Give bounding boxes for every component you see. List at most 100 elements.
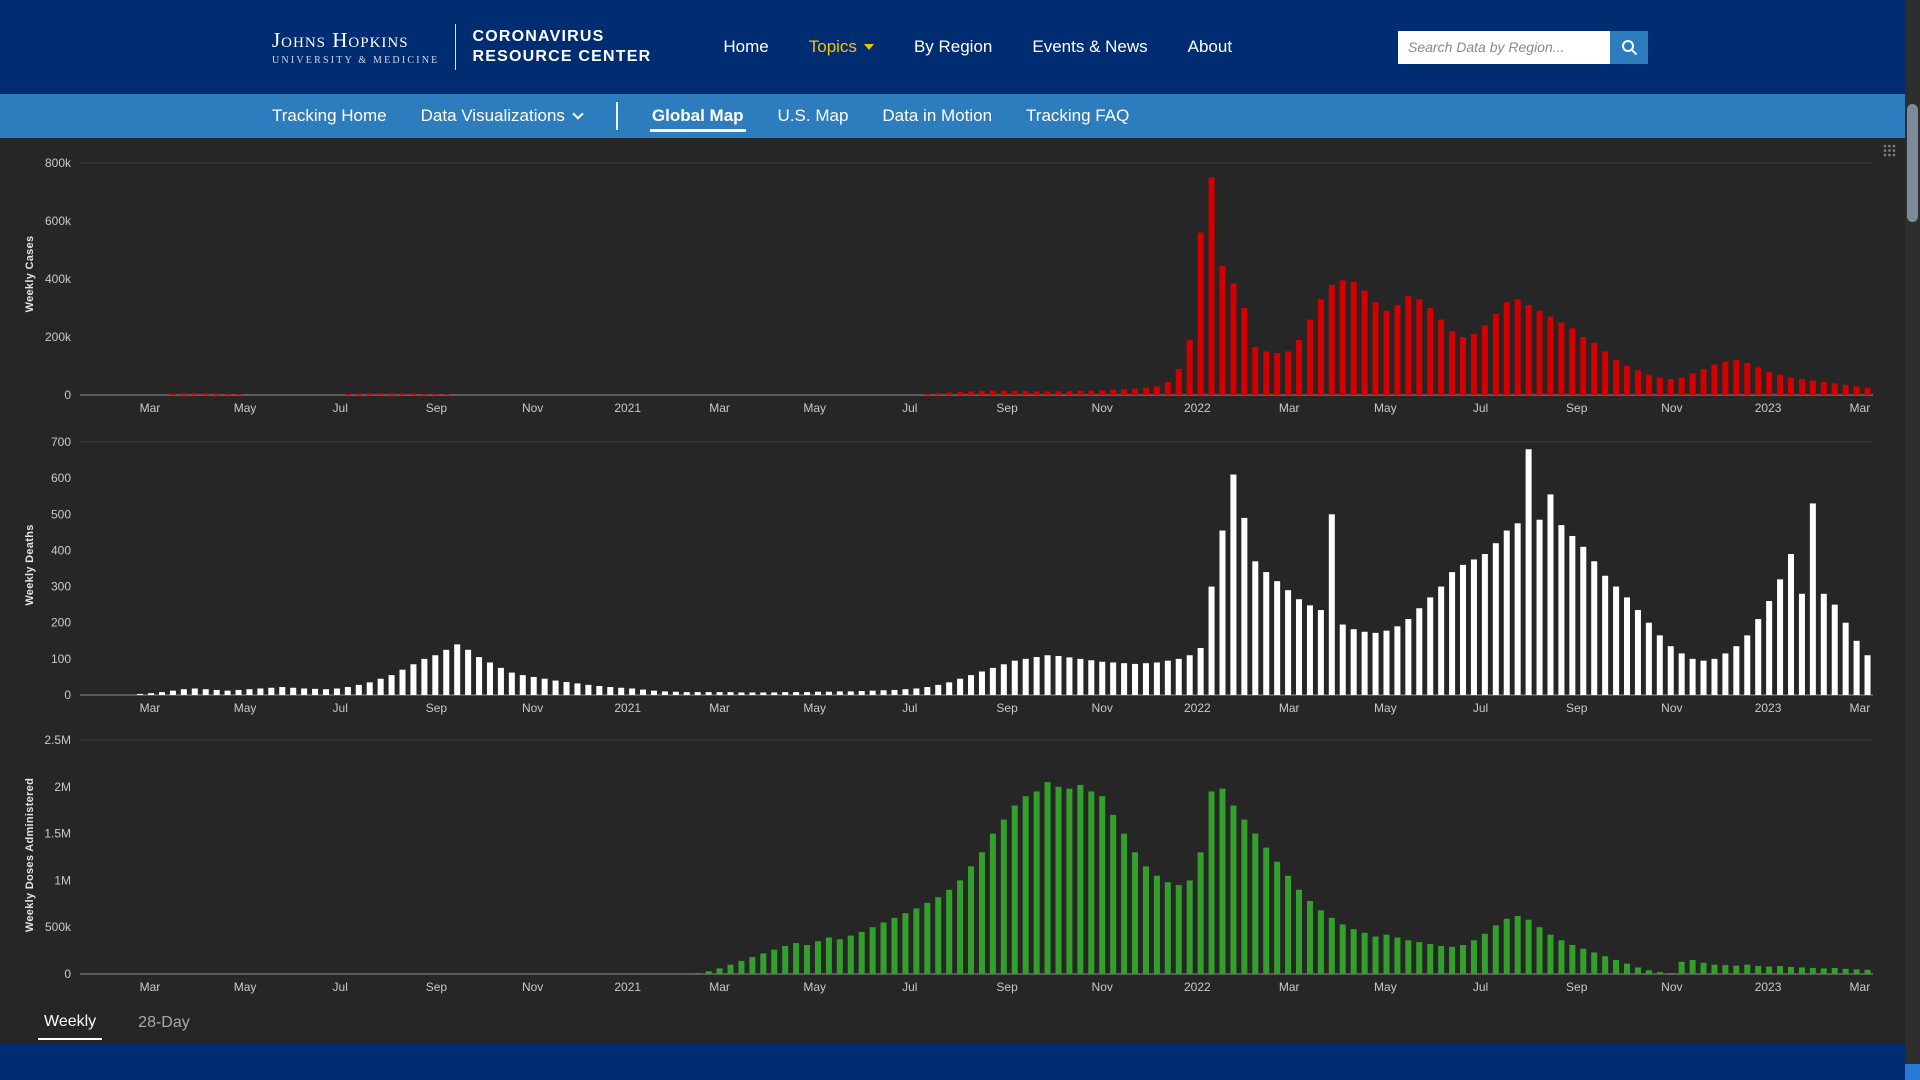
bar[interactable]: [1154, 662, 1160, 695]
bar[interactable]: [1482, 325, 1488, 395]
bar[interactable]: [771, 692, 777, 695]
bar[interactable]: [990, 834, 996, 974]
bar[interactable]: [957, 392, 963, 395]
bar[interactable]: [1733, 360, 1739, 395]
bar[interactable]: [1755, 966, 1761, 974]
bar[interactable]: [410, 664, 416, 695]
bar[interactable]: [717, 968, 723, 974]
bar[interactable]: [1077, 785, 1083, 974]
bar[interactable]: [695, 692, 701, 695]
bar[interactable]: [279, 687, 285, 695]
bar[interactable]: [389, 675, 395, 695]
bar[interactable]: [1438, 587, 1444, 695]
bar[interactable]: [1515, 299, 1521, 395]
bar[interactable]: [1351, 282, 1357, 395]
bar[interactable]: [378, 393, 384, 395]
bar[interactable]: [1023, 796, 1029, 974]
bar[interactable]: [1471, 334, 1477, 395]
weekly-deaths-plot[interactable]: 0100200300400500600700MarMayJulSepNov202…: [0, 436, 1920, 721]
bar[interactable]: [1394, 938, 1400, 975]
bar[interactable]: [1613, 960, 1619, 974]
bar[interactable]: [1307, 901, 1313, 974]
bar[interactable]: [323, 689, 329, 695]
bar[interactable]: [640, 690, 646, 695]
bar[interactable]: [892, 918, 898, 974]
bar[interactable]: [1318, 299, 1324, 395]
bar[interactable]: [1635, 370, 1641, 395]
bar[interactable]: [1843, 969, 1849, 974]
bar[interactable]: [1383, 935, 1389, 974]
bar[interactable]: [1405, 296, 1411, 395]
nav-topics[interactable]: Topics: [809, 37, 874, 57]
bar[interactable]: [1635, 967, 1641, 974]
bar[interactable]: [301, 688, 307, 695]
bar[interactable]: [1034, 791, 1040, 974]
bar[interactable]: [793, 943, 799, 974]
bar[interactable]: [421, 394, 427, 395]
bar[interactable]: [1602, 352, 1608, 396]
bar[interactable]: [214, 690, 220, 695]
bar[interactable]: [312, 689, 318, 695]
bar[interactable]: [356, 394, 362, 395]
bar[interactable]: [1132, 664, 1138, 695]
bar[interactable]: [1569, 328, 1575, 395]
bar[interactable]: [1198, 233, 1204, 395]
bar[interactable]: [1045, 782, 1051, 974]
bar[interactable]: [1427, 308, 1433, 395]
bar[interactable]: [979, 852, 985, 974]
search-button[interactable]: [1610, 31, 1648, 64]
bar[interactable]: [192, 393, 198, 395]
bar[interactable]: [268, 688, 274, 695]
bar[interactable]: [465, 650, 471, 695]
bar[interactable]: [793, 692, 799, 695]
bar[interactable]: [1362, 933, 1368, 974]
bar[interactable]: [454, 644, 460, 695]
bar[interactable]: [881, 923, 887, 974]
bar[interactable]: [1744, 965, 1750, 974]
bar[interactable]: [1187, 340, 1193, 395]
bar[interactable]: [1176, 369, 1182, 395]
bar[interactable]: [1854, 969, 1860, 974]
weekly-cases-plot[interactable]: 0200k400k600k800kMarMayJulSepNov2021MarM…: [0, 157, 1920, 421]
bar[interactable]: [1001, 664, 1007, 695]
bar[interactable]: [1055, 787, 1061, 974]
bar[interactable]: [1668, 379, 1674, 395]
bar[interactable]: [1755, 619, 1761, 695]
weekly-deaths-chart[interactable]: Weekly Deaths 0100200300400500600700MarM…: [0, 421, 1920, 721]
bar[interactable]: [1526, 305, 1532, 395]
bar[interactable]: [1121, 389, 1127, 395]
bar[interactable]: [771, 950, 777, 974]
bar[interactable]: [1515, 523, 1521, 695]
bar[interactable]: [1241, 518, 1247, 695]
bar[interactable]: [1340, 625, 1346, 695]
bar[interactable]: [246, 689, 252, 695]
bar[interactable]: [1143, 663, 1149, 695]
bar[interactable]: [1285, 352, 1291, 396]
bar[interactable]: [1602, 576, 1608, 695]
bar[interactable]: [1526, 920, 1532, 974]
bar[interactable]: [1209, 587, 1215, 695]
bar[interactable]: [203, 393, 209, 395]
bar[interactable]: [1088, 391, 1094, 395]
bar[interactable]: [1449, 572, 1455, 695]
bar[interactable]: [1460, 565, 1466, 695]
bar[interactable]: [1263, 572, 1269, 695]
bar[interactable]: [990, 668, 996, 695]
bar[interactable]: [1460, 337, 1466, 395]
bar[interactable]: [684, 692, 690, 695]
bar[interactable]: [410, 394, 416, 395]
jhu-crc-logo[interactable]: Johns Hopkins UNIVERSITY & MEDICINE CORO…: [272, 24, 651, 70]
bar[interactable]: [1788, 967, 1794, 974]
bar[interactable]: [1274, 862, 1280, 974]
bar[interactable]: [1613, 360, 1619, 395]
bar[interactable]: [1394, 626, 1400, 695]
bar[interactable]: [1373, 937, 1379, 974]
bar[interactable]: [1001, 391, 1007, 395]
nav-events-news[interactable]: Events & News: [1032, 37, 1147, 57]
bar[interactable]: [1766, 601, 1772, 695]
bar[interactable]: [1493, 925, 1499, 974]
nav-about[interactable]: About: [1188, 37, 1232, 57]
bar[interactable]: [935, 685, 941, 695]
bar[interactable]: [1624, 964, 1630, 974]
bar[interactable]: [1143, 388, 1149, 395]
